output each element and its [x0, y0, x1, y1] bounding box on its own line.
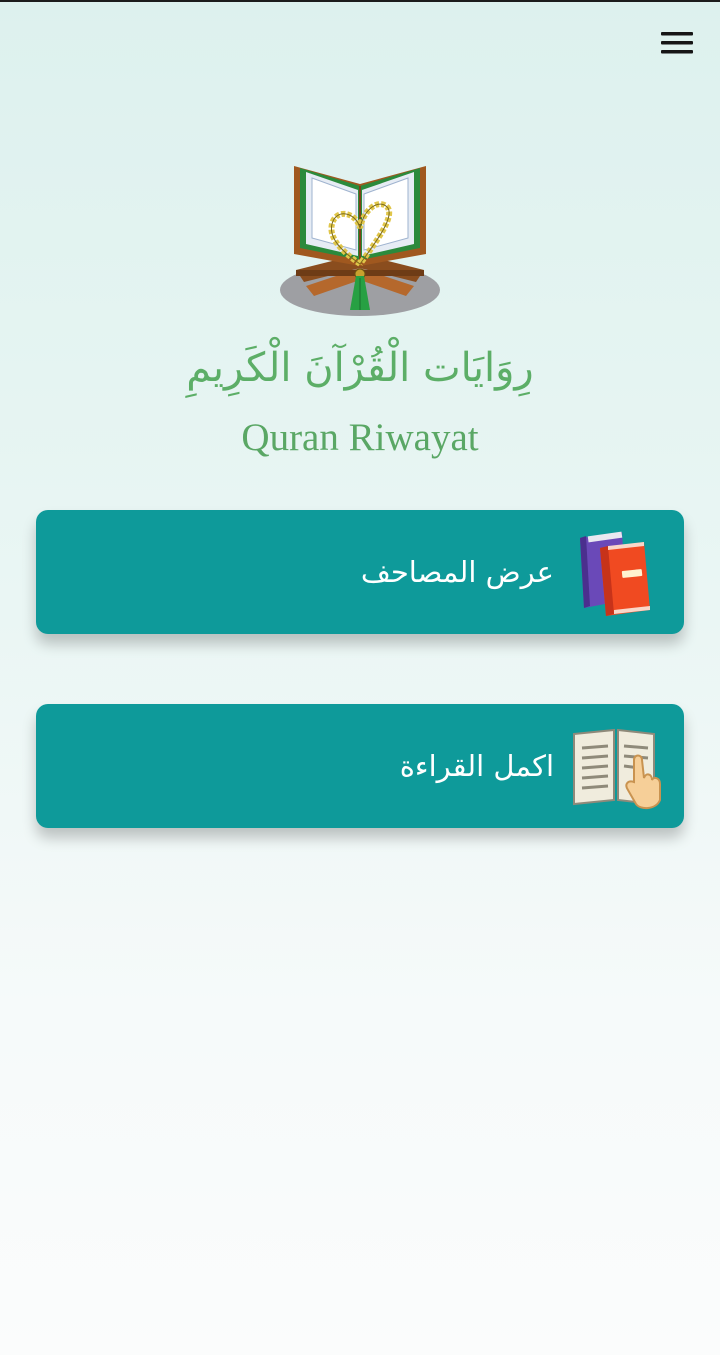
status-bar-edge	[0, 0, 720, 2]
app-logo	[276, 158, 444, 320]
view-mushafs-button[interactable]: عرض المصاحف	[36, 510, 684, 634]
open-book-pointer-icon	[573, 728, 661, 810]
hamburger-menu-icon	[661, 32, 693, 54]
books-icon	[580, 531, 650, 616]
quran-on-stand-with-prayer-beads-icon	[280, 166, 440, 316]
view-mushafs-label: عرض المصاحف	[360, 555, 554, 589]
books-icon-wrapper	[570, 526, 662, 618]
continue-reading-button[interactable]: اكمل القراءة	[36, 704, 684, 828]
continue-reading-label: اكمل القراءة	[399, 749, 554, 783]
app-title-arabic: رِوَايَات الْقُرْآنَ الْكَرِيمِ	[186, 345, 534, 391]
app-title-english: Quran Riwayat	[241, 416, 479, 459]
menu-button[interactable]	[656, 28, 698, 58]
open-book-icon-wrapper	[570, 720, 662, 812]
